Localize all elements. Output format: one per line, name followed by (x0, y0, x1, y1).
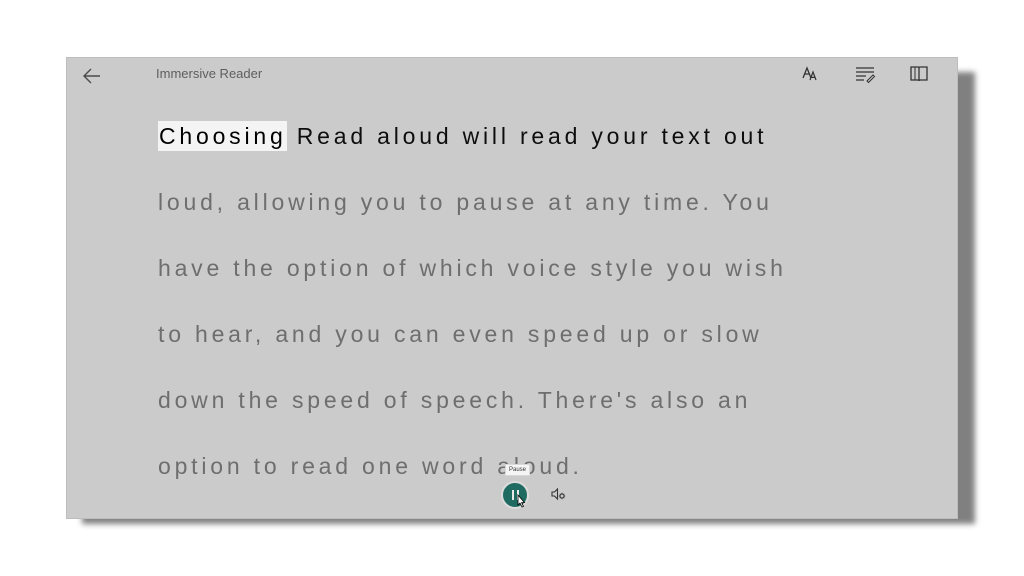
text-line: loud, allowing you to pause at any time.… (158, 189, 773, 215)
reading-content: Choosing Read aloud will read your text … (158, 116, 918, 512)
mouse-pointer-icon (517, 494, 526, 508)
grammar-options-button[interactable] (854, 64, 876, 84)
app-title: Immersive Reader (156, 66, 263, 81)
grammar-lines-icon (856, 67, 876, 84)
text-preferences-button[interactable] (800, 64, 822, 84)
arrow-left-icon (83, 68, 100, 84)
line-text: Read aloud will read your text out (286, 123, 768, 149)
reading-preferences-button[interactable] (908, 64, 930, 84)
voice-settings-button[interactable] (549, 484, 569, 504)
text-line: Choosing Read aloud will read your text … (158, 116, 918, 182)
text-size-icon (802, 66, 817, 81)
text-line: option to read one word aloud. (158, 453, 583, 479)
book-icon (910, 66, 928, 82)
current-word-highlight: Choosing (158, 121, 287, 151)
text-line: down the speed of speech. There's also a… (158, 387, 752, 413)
pause-icon (512, 490, 514, 500)
text-line: to hear, and you can even speed up or sl… (158, 321, 763, 347)
text-line: have the option of which voice style you… (158, 255, 787, 281)
pause-tooltip: Pause (505, 464, 531, 476)
back-button[interactable] (81, 66, 103, 86)
voice-settings-icon (551, 487, 566, 501)
immersive-reader-window: Immersive Reader Choosing Read aloud wil… (66, 57, 958, 519)
